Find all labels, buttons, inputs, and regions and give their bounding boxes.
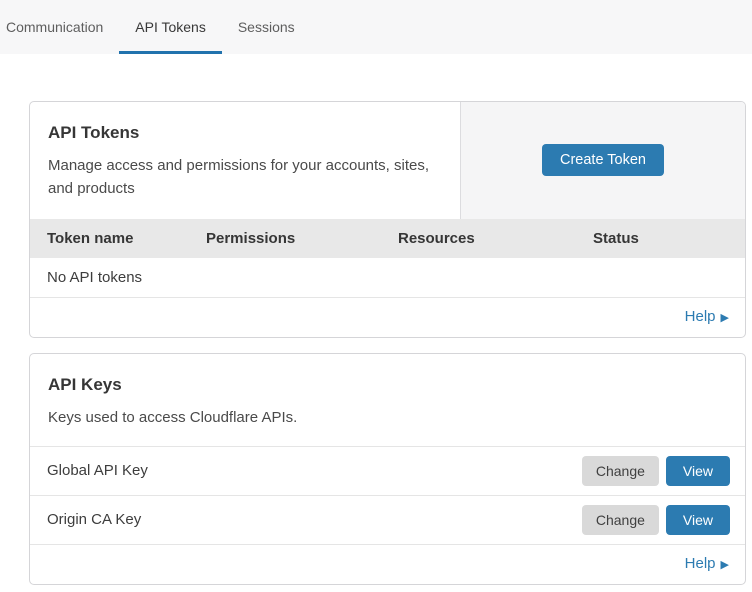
arrow-right-icon: ▶ — [721, 312, 729, 324]
change-origin-ca-key-button[interactable]: Change — [582, 505, 659, 535]
api-tokens-help-link[interactable]: Help ▶ — [685, 308, 729, 325]
main-content: API Tokens Manage access and permissions… — [29, 101, 746, 585]
api-key-label: Origin CA Key — [47, 511, 582, 528]
api-key-row-origin-ca: Origin CA Key Change View — [30, 495, 745, 544]
column-header-permissions: Permissions — [206, 230, 398, 247]
api-keys-title: API Keys — [48, 375, 727, 395]
tokens-table-header: Token name Permissions Resources Status — [30, 219, 745, 258]
column-header-resources: Resources — [398, 230, 593, 247]
tab-communication[interactable]: Communication — [6, 0, 119, 54]
tab-sessions[interactable]: Sessions — [222, 0, 311, 54]
api-tokens-card-info: API Tokens Manage access and permissions… — [30, 102, 460, 219]
view-origin-ca-key-button[interactable]: View — [666, 505, 730, 535]
api-key-row-global: Global API Key Change View — [30, 446, 745, 495]
api-keys-card-header: API Keys Keys used to access Cloudflare … — [30, 354, 745, 446]
tab-bar: Communication API Tokens Sessions — [0, 0, 752, 54]
column-header-status: Status — [593, 230, 745, 247]
tokens-empty-message: No API tokens — [30, 258, 745, 298]
view-global-api-key-button[interactable]: View — [666, 456, 730, 486]
help-link-label: Help — [685, 308, 716, 325]
help-link-label: Help — [685, 555, 716, 572]
column-header-token-name: Token name — [47, 230, 206, 247]
api-tokens-action-panel: Create Token — [460, 102, 745, 219]
api-keys-description: Keys used to access Cloudflare APIs. — [48, 406, 727, 429]
api-tokens-description: Manage access and permissions for your a… — [48, 154, 442, 201]
arrow-right-icon: ▶ — [721, 559, 729, 571]
api-keys-help-link[interactable]: Help ▶ — [685, 555, 729, 572]
api-tokens-card-header: API Tokens Manage access and permissions… — [30, 102, 745, 219]
api-key-label: Global API Key — [47, 462, 582, 479]
api-keys-footer: Help ▶ — [30, 544, 745, 584]
tab-api-tokens[interactable]: API Tokens — [119, 0, 222, 54]
create-token-button[interactable]: Create Token — [542, 144, 664, 176]
api-keys-card: API Keys Keys used to access Cloudflare … — [29, 353, 746, 585]
api-tokens-title: API Tokens — [48, 123, 442, 143]
change-global-api-key-button[interactable]: Change — [582, 456, 659, 486]
api-tokens-card: API Tokens Manage access and permissions… — [29, 101, 746, 338]
api-tokens-footer: Help ▶ — [30, 298, 745, 337]
